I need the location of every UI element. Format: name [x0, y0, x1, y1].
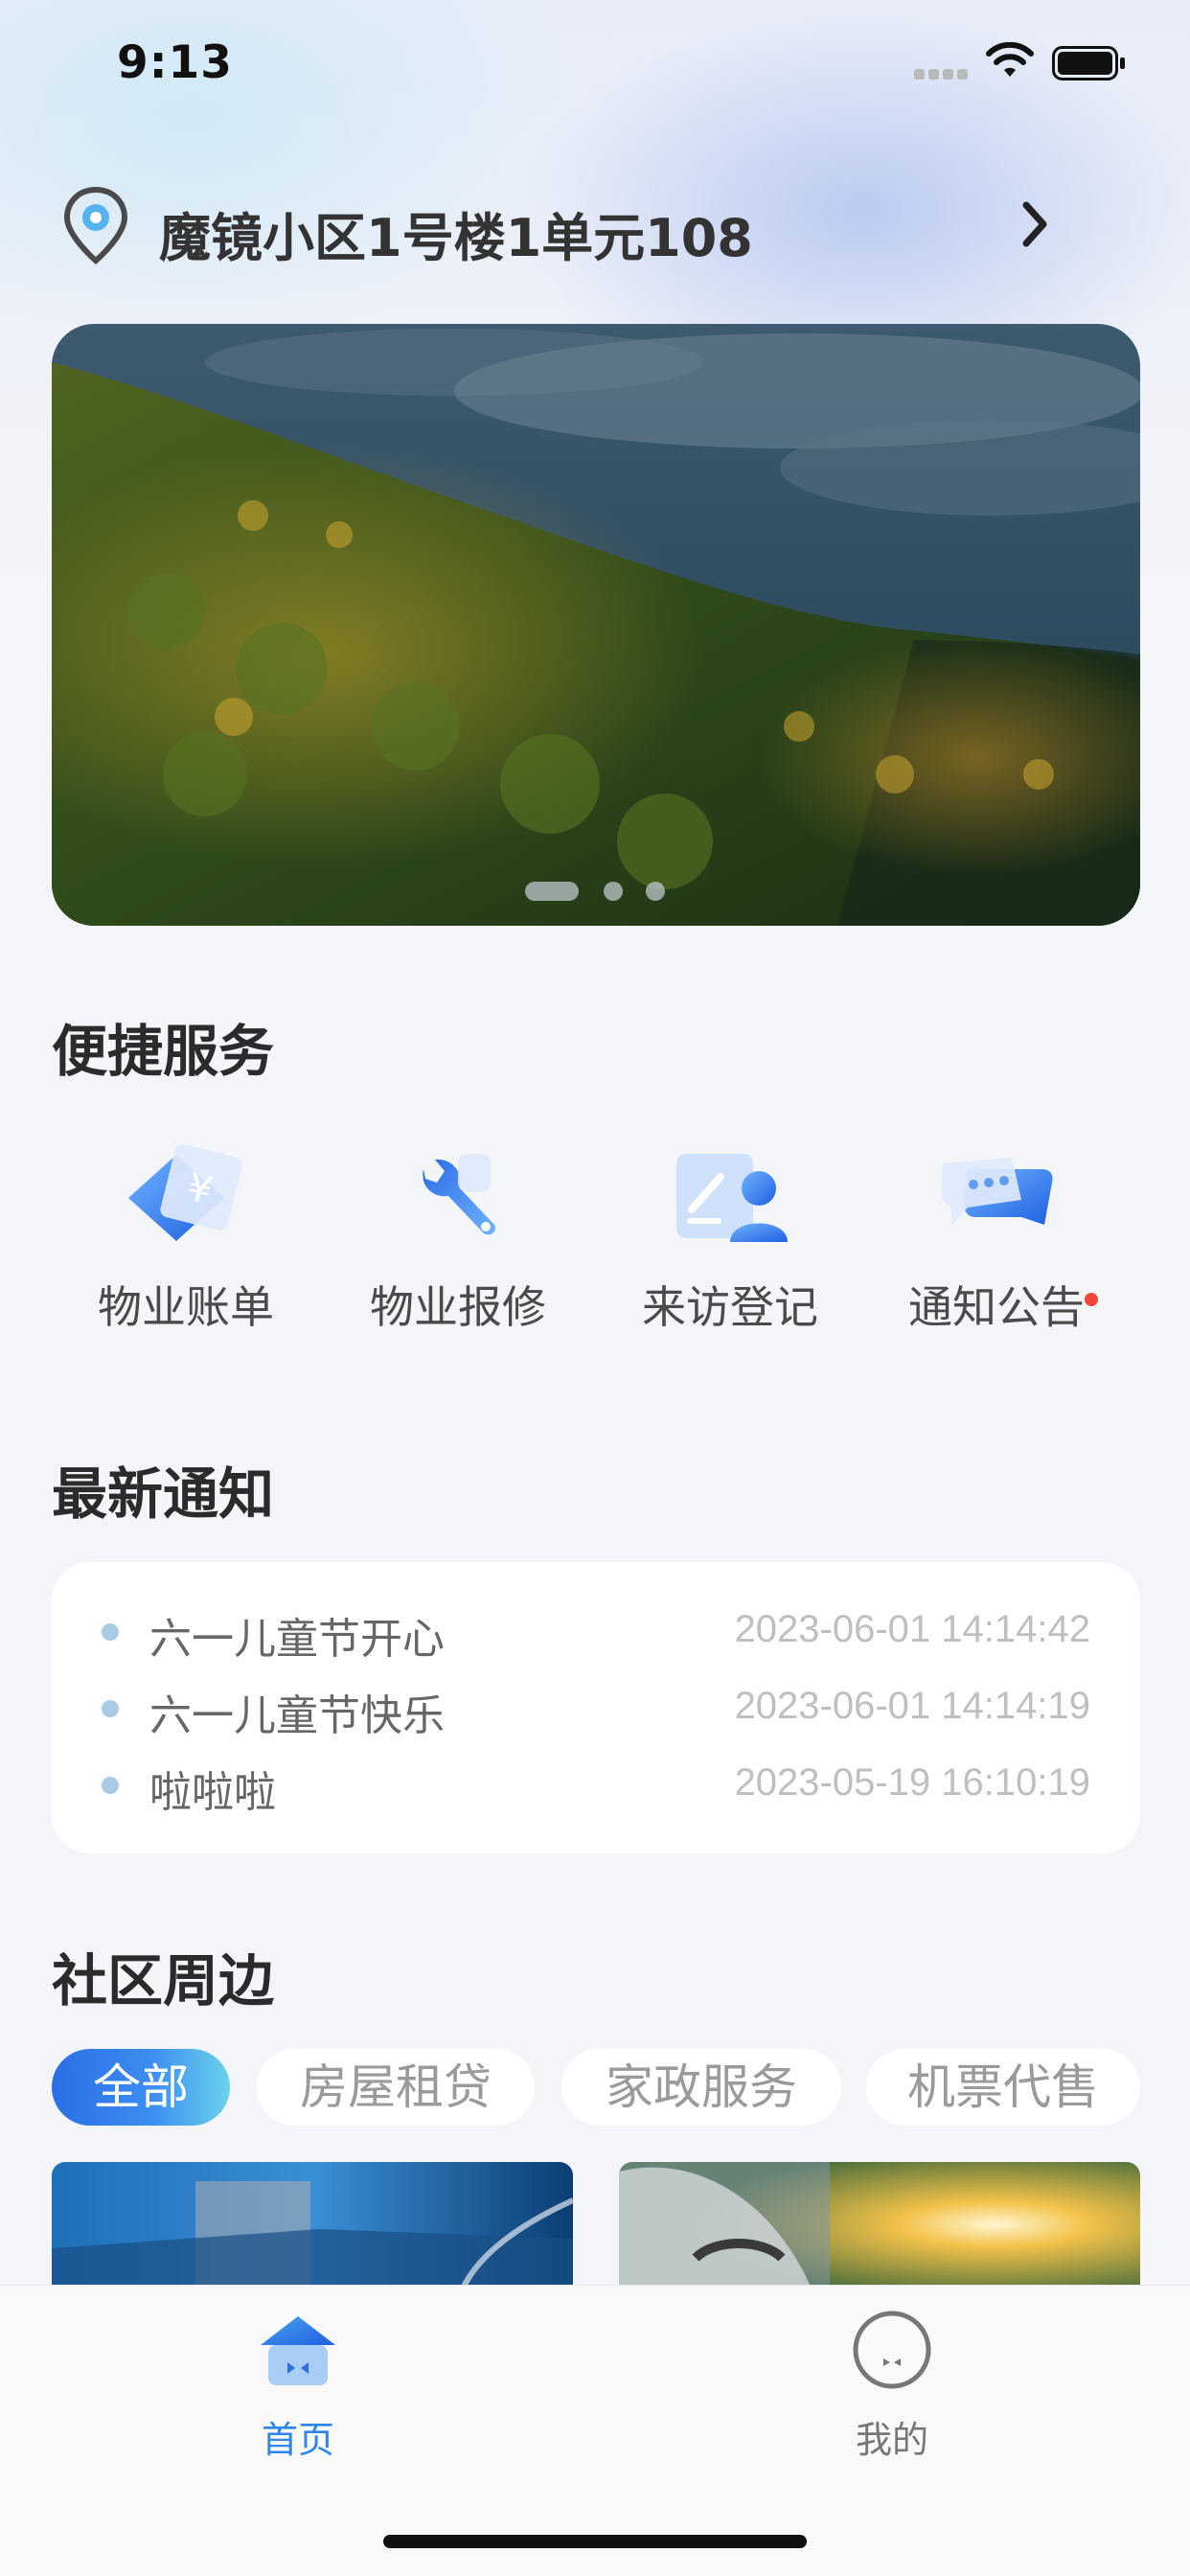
- chevron-right-icon: [1022, 201, 1047, 247]
- filter-tab-housekeeping[interactable]: 家政服务: [561, 2049, 841, 2126]
- nearby-image-2: [619, 2162, 1140, 2287]
- latest-notices-title: 最新通知: [52, 1461, 275, 1527]
- notice-item[interactable]: 六一儿童节快乐 2023-06-01 14:14:19: [52, 1681, 1140, 1740]
- bottom-tab-bar: 首页 我的: [0, 2285, 1190, 2576]
- notices-card: 六一儿童节开心 2023-06-01 14:14:42 六一儿童节快乐 2023…: [52, 1562, 1140, 1853]
- tab-home[interactable]: 首页: [183, 2307, 413, 2461]
- cellular-signal-icon: [914, 67, 970, 80]
- banner-pager: [52, 882, 1140, 901]
- nearby-image-1: [52, 2162, 573, 2287]
- notice-item[interactable]: 啦啦啦 2023-05-19 16:10:19: [52, 1758, 1140, 1817]
- bullet-icon: [102, 1777, 119, 1794]
- notice-time: 2023-06-01 14:14:19: [734, 1685, 1090, 1727]
- home-indicator: [383, 2535, 807, 2548]
- nearby-card-image[interactable]: [52, 2162, 573, 2287]
- notice-title: 六一儿童节开心: [149, 1615, 445, 1664]
- tab-label: 首页: [261, 2419, 334, 2461]
- service-label: 来访登记: [642, 1281, 818, 1333]
- battery-icon: [1052, 46, 1125, 80]
- pager-dot: [604, 882, 623, 901]
- filter-tab-housing-rental[interactable]: 房屋租贷: [257, 2049, 535, 2126]
- status-time: 9:13: [117, 36, 233, 89]
- service-property-bill[interactable]: ¥ 物业账单: [52, 1140, 320, 1351]
- notification-badge: [1085, 1293, 1098, 1306]
- service-label: 物业账单: [98, 1281, 274, 1333]
- filter-tab-all[interactable]: 全部: [52, 2049, 230, 2126]
- bill-icon: ¥: [128, 1144, 242, 1241]
- notice-item[interactable]: 六一儿童节开心 2023-06-01 14:14:42: [52, 1604, 1140, 1664]
- tab-profile[interactable]: 我的: [777, 2307, 1007, 2461]
- service-property-repair[interactable]: 物业报修: [324, 1140, 592, 1351]
- address-selector[interactable]: 魔镜小区1号楼1单元108: [52, 184, 1058, 270]
- notice-title: 六一儿童节快乐: [149, 1691, 445, 1740]
- chat-bubble-icon: [941, 1158, 1053, 1225]
- pager-dot: [646, 882, 665, 901]
- pager-dot-active: [525, 882, 579, 901]
- bullet-icon: [102, 1623, 119, 1641]
- service-visitor-register[interactable]: 来访登记: [596, 1140, 864, 1351]
- notice-time: 2023-05-19 16:10:19: [734, 1761, 1090, 1804]
- wrench-icon: [423, 1154, 495, 1235]
- home-icon: [261, 2316, 335, 2385]
- service-notice-board[interactable]: 通知公告: [862, 1140, 1131, 1351]
- nearby-card-image[interactable]: [619, 2162, 1140, 2287]
- wifi-icon: [986, 42, 1034, 77]
- service-label: 物业报修: [370, 1281, 546, 1333]
- notice-title: 啦啦啦: [149, 1768, 276, 1817]
- filter-tab-air-tickets[interactable]: 机票代售: [866, 2049, 1140, 2126]
- banner-carousel[interactable]: [52, 324, 1140, 926]
- status-bar: 9:13: [0, 0, 1190, 129]
- address-text: 魔镜小区1号楼1单元108: [159, 208, 753, 268]
- visitor-register-icon: [676, 1154, 788, 1242]
- quick-services-title: 便捷服务: [52, 1019, 275, 1084]
- location-pin-icon: [63, 186, 128, 264]
- nearby-title: 社区周边: [52, 1948, 275, 2013]
- banner-image: [52, 324, 1140, 926]
- bullet-icon: [102, 1700, 119, 1717]
- tab-label: 我的: [855, 2419, 928, 2461]
- profile-icon: [853, 2311, 931, 2389]
- notice-time: 2023-06-01 14:14:42: [734, 1608, 1090, 1650]
